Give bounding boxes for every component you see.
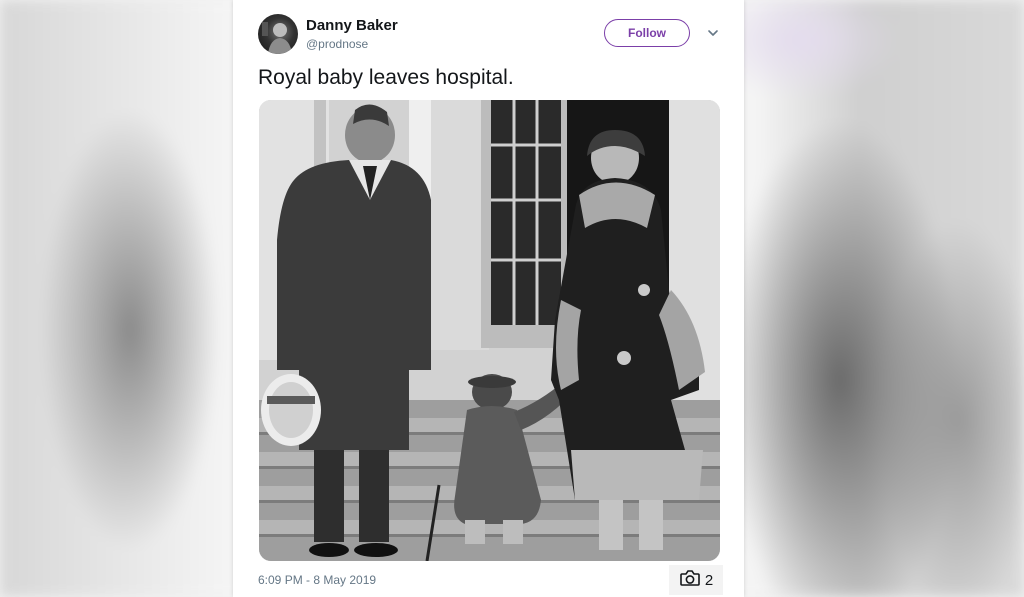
avatar[interactable] bbox=[258, 14, 298, 54]
user-handle[interactable]: @prodnose bbox=[306, 37, 368, 51]
camera-icon bbox=[679, 569, 701, 592]
tweet-photo[interactable] bbox=[259, 100, 720, 561]
tweet-card: Danny Baker @prodnose Follow Royal baby … bbox=[233, 0, 744, 597]
user-name[interactable]: Danny Baker bbox=[306, 17, 398, 34]
follow-button[interactable]: Follow bbox=[604, 19, 690, 47]
tweet-timestamp[interactable]: 6:09 PM - 8 May 2019 bbox=[258, 573, 376, 587]
tweet-text: Royal baby leaves hospital. bbox=[258, 66, 514, 89]
photo-count-button[interactable]: 2 bbox=[669, 565, 723, 595]
chevron-down-icon[interactable] bbox=[706, 26, 720, 40]
tweet-header: Danny Baker @prodnose Follow bbox=[258, 14, 728, 58]
photo-count-label: 2 bbox=[704, 571, 714, 589]
